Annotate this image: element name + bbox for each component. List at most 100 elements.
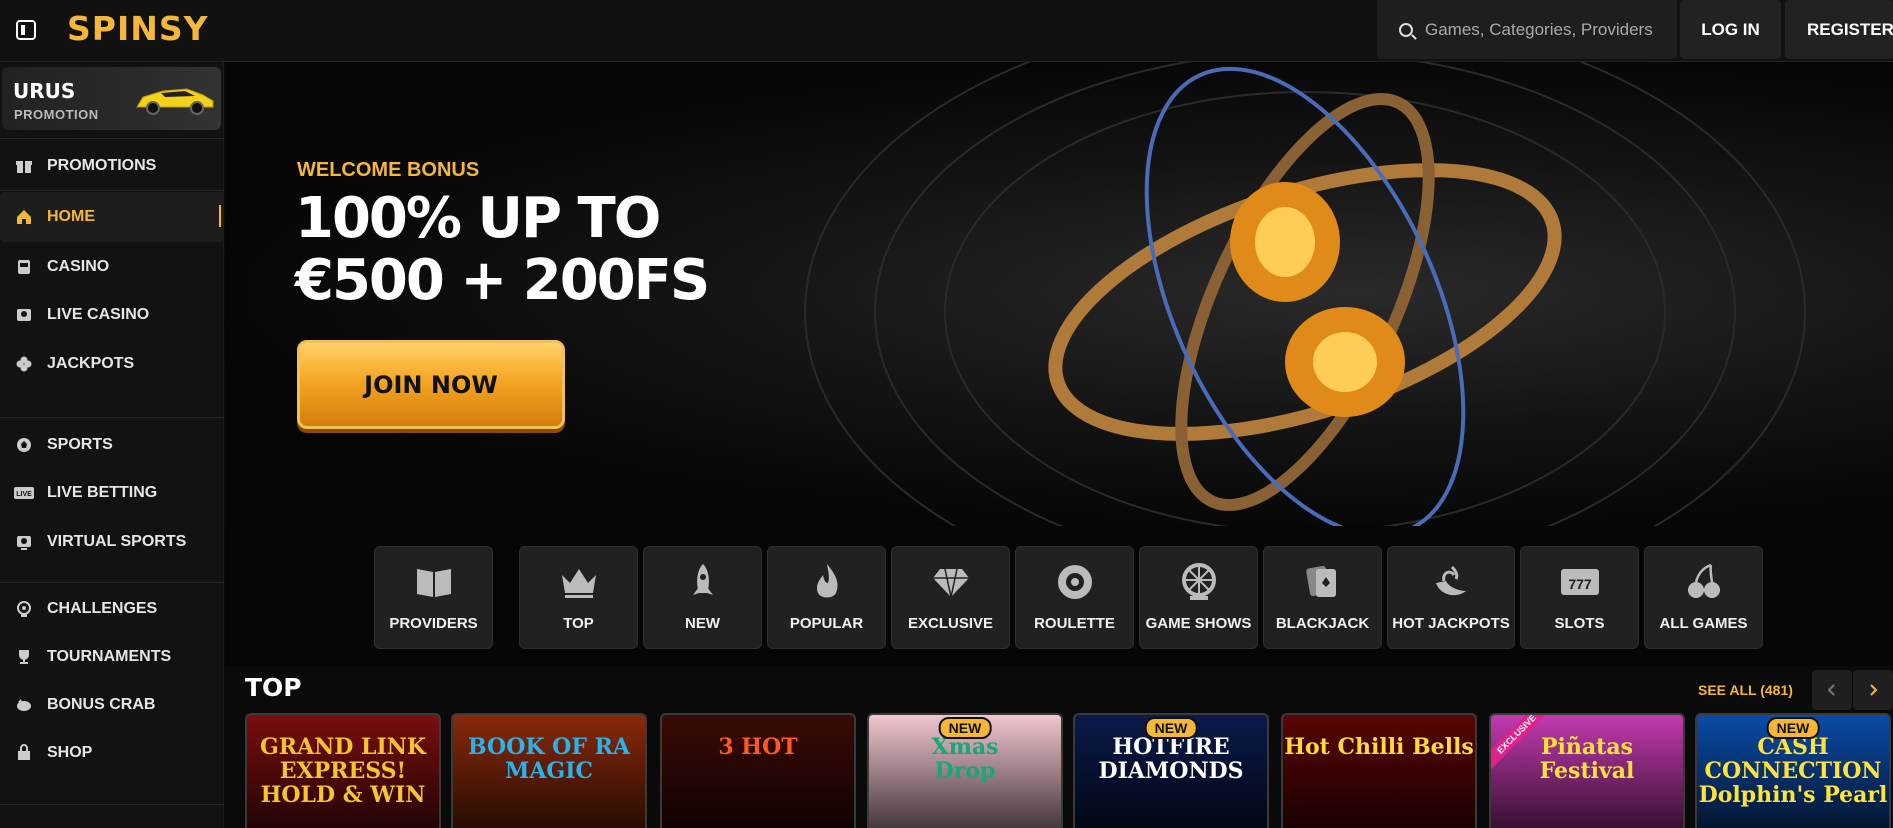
category-label: NEW <box>685 615 720 632</box>
roulette-icon <box>1057 565 1092 599</box>
hero-title-line: 100% UP TO <box>295 186 661 251</box>
sidebar-item-label: SPORTS <box>47 436 113 453</box>
category-new[interactable]: NEW <box>643 546 762 649</box>
join-now-button[interactable]: JOIN NOW <box>297 340 565 429</box>
category-label: TOP <box>563 615 594 632</box>
car-icon <box>136 88 214 115</box>
category-exclusive[interactable]: EXCLUSIVE <box>891 546 1010 649</box>
virtual-icon <box>14 532 34 552</box>
sidebar-item-jackpots[interactable]: JACKPOTS <box>0 339 224 389</box>
challenge-icon <box>14 599 34 619</box>
category-label: ROULETTE <box>1034 615 1115 632</box>
crown-icon <box>561 569 596 598</box>
divider <box>0 417 224 418</box>
see-all-link[interactable]: SEE ALL (481) <box>1698 682 1793 698</box>
flame-icon <box>816 564 838 598</box>
clover-icon <box>14 354 34 374</box>
sidebar-item-challenges[interactable]: CHALLENGES <box>0 584 224 634</box>
sidebar: URUS PROMOTION PROMOTIONS HOME CASINO LI… <box>0 62 224 828</box>
category-label: HOT JACKPOTS <box>1392 615 1510 632</box>
sidebar-item-live-betting[interactable]: LIVE LIVE BETTING <box>0 468 224 518</box>
logo[interactable]: SPINSY <box>67 9 209 48</box>
category-roulette[interactable]: ROULETTE <box>1015 546 1134 649</box>
promo-subtitle: PROMOTION <box>14 107 99 122</box>
sidebar-item-label: LIVE CASINO <box>47 306 150 323</box>
promo-title: URUS <box>13 79 76 103</box>
urus-promotion-card[interactable]: URUS PROMOTION <box>2 67 221 130</box>
game-title: BOOK OF RA MAGIC <box>468 734 630 784</box>
new-badge: NEW <box>938 717 992 739</box>
game-tile[interactable]: HOTFIRE DIAMONDS NEW <box>1073 713 1269 828</box>
sidebar-item-bonus-crab[interactable]: BONUS CRAB <box>0 680 224 730</box>
sidebar-item-label: CASINO <box>47 258 110 275</box>
shop-bag-icon <box>14 743 34 763</box>
svg-text:LIVE: LIVE <box>16 491 32 498</box>
game-tile[interactable]: 3 HOT <box>660 713 856 828</box>
sidebar-item-tournaments[interactable]: TOURNAMENTS <box>0 632 224 682</box>
game-title: Xmas Drop <box>931 734 999 784</box>
carousel-prev-button[interactable] <box>1812 670 1852 710</box>
category-popular[interactable]: POPULAR <box>767 546 886 649</box>
home-icon <box>14 207 34 227</box>
sidebar-item-label: SHOP <box>47 744 93 761</box>
category-providers[interactable]: PROVIDERS <box>374 546 493 649</box>
divider <box>0 190 224 191</box>
sidebar-item-virtual-sports[interactable]: VIRTUAL SPORTS <box>0 517 224 567</box>
chevron-right-icon <box>1870 684 1878 696</box>
chili-icon <box>1436 565 1466 596</box>
game-tile[interactable]: GRAND LINK EXPRESS! HOLD & WIN <box>245 713 441 828</box>
sidebar-item-label: JACKPOTS <box>47 355 135 372</box>
game-tile[interactable]: BOOK OF RA MAGIC <box>451 713 647 828</box>
sidebar-item-casino[interactable]: CASINO <box>0 242 224 292</box>
game-tile[interactable]: Xmas Drop NEW <box>867 713 1063 828</box>
category-label: PROVIDERS <box>389 615 478 632</box>
hero-banner[interactable]: WELCOME BONUS 100% UP TO €500 + 200FS JO… <box>225 62 1893 526</box>
category-label: EXCLUSIVE <box>907 615 994 632</box>
hero-artwork <box>804 62 1806 526</box>
hero-kicker: WELCOME BONUS <box>297 159 480 181</box>
sidebar-item-shop[interactable]: SHOP <box>0 728 224 778</box>
sidebar-toggle-icon[interactable] <box>16 20 36 40</box>
game-title: HOTFIRE DIAMONDS <box>1098 734 1244 784</box>
ball-icon <box>14 435 34 455</box>
svg-text:777: 777 <box>1568 576 1592 592</box>
category-top[interactable]: TOP <box>519 546 638 649</box>
category-label: ALL GAMES <box>1659 615 1748 632</box>
wheel-icon <box>1181 563 1216 600</box>
game-tile[interactable]: Piñatas Festival EXCLUSIVE <box>1489 713 1685 828</box>
section-title-top: TOP <box>245 673 302 702</box>
live-dealer-icon <box>14 305 34 325</box>
divider <box>0 582 224 583</box>
carousel-next-button[interactable] <box>1853 670 1893 710</box>
category-hot-jackpots[interactable]: HOT JACKPOTS <box>1387 546 1515 649</box>
new-badge: NEW <box>1144 717 1198 739</box>
hero-title: 100% UP TO €500 + 200FS <box>295 188 815 312</box>
login-button[interactable]: LOG IN <box>1680 0 1781 59</box>
slot-machine-icon <box>14 257 34 277</box>
search-box[interactable] <box>1377 0 1677 59</box>
sidebar-item-sports[interactable]: SPORTS <box>0 420 224 470</box>
sidebar-item-home[interactable]: HOME <box>0 192 224 242</box>
category-game-shows[interactable]: GAME SHOWS <box>1139 546 1258 649</box>
game-tile[interactable]: CASH CONNECTION Dolphin's Pearl NEW <box>1695 713 1891 828</box>
game-tile[interactable]: Hot Chilli Bells <box>1281 713 1477 828</box>
category-slots[interactable]: 777 SLOTS <box>1520 546 1639 649</box>
register-button[interactable]: REGISTER <box>1785 0 1893 59</box>
diamond-icon <box>932 568 969 598</box>
new-badge: NEW <box>1766 717 1820 739</box>
category-all-games[interactable]: ALL GAMES <box>1644 546 1763 649</box>
category-bar: PROVIDERS TOP NEW POPULAR EXCLUSIVE ROUL… <box>225 526 1893 666</box>
game-title: Hot Chilli Bells <box>1284 734 1474 760</box>
divider <box>0 804 224 805</box>
slots-777-icon: 777 <box>1560 569 1599 595</box>
category-blackjack[interactable]: BLACKJACK <box>1263 546 1382 649</box>
crab-icon <box>14 695 34 715</box>
sidebar-item-label: TOURNAMENTS <box>47 648 172 665</box>
sidebar-item-label: LIVE BETTING <box>47 484 158 501</box>
sidebar-item-live-casino[interactable]: LIVE CASINO <box>0 290 224 340</box>
cards-icon <box>1305 565 1336 597</box>
trophy-icon <box>14 647 34 667</box>
search-input[interactable] <box>1425 19 1665 40</box>
category-label: GAME SHOWS <box>1145 615 1252 632</box>
sidebar-item-promotions[interactable]: PROMOTIONS <box>0 141 224 191</box>
